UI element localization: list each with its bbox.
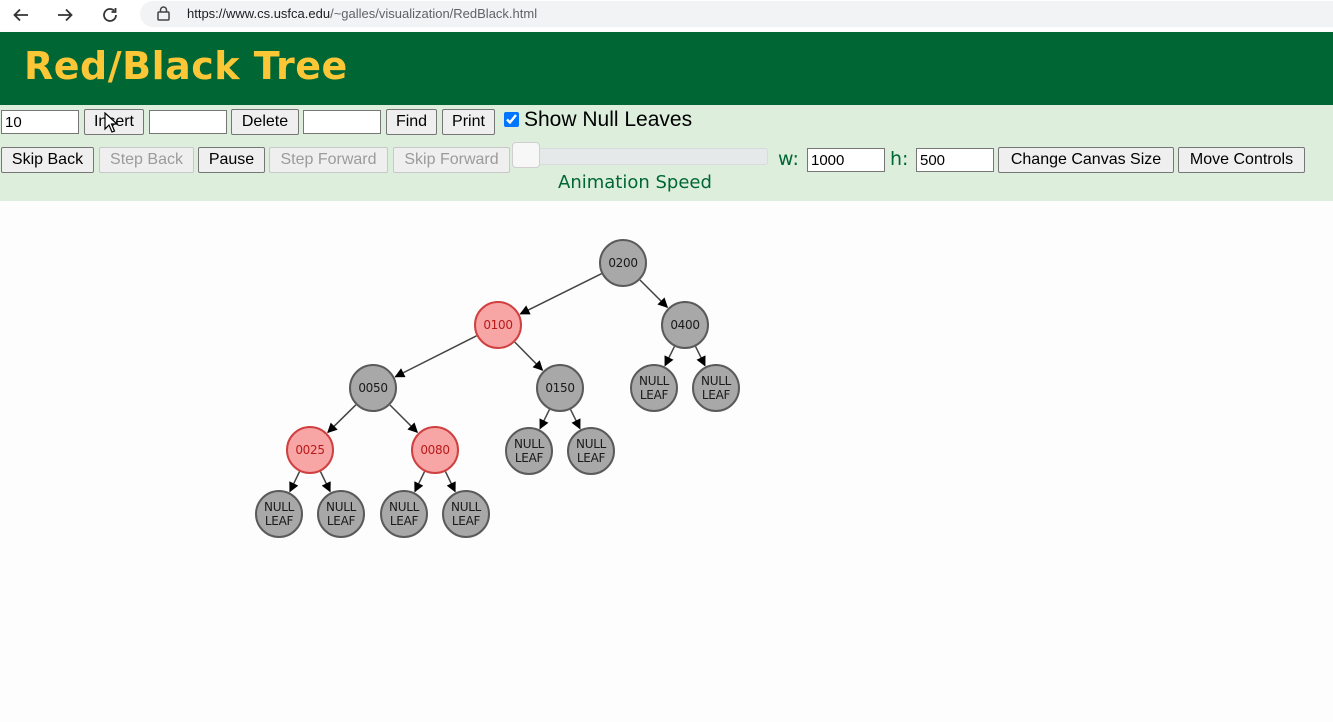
tree-edge — [539, 409, 551, 430]
print-button[interactable]: Print — [442, 109, 495, 135]
tree-edge — [514, 341, 544, 371]
height-label: h: — [890, 148, 909, 170]
browser-toolbar: https://www.cs.usfca.edu/~galles/visuali… — [0, 0, 1333, 30]
app-header: Red/Black Tree — [0, 32, 1333, 105]
null-leaf-node: NULL LEAF — [630, 364, 678, 412]
reload-icon[interactable] — [97, 2, 123, 28]
tree-edges — [289, 272, 706, 493]
animation-speed-slider[interactable] — [514, 148, 768, 165]
skip-back-button[interactable]: Skip Back — [1, 147, 94, 173]
tree-node-0200: 0200 — [599, 239, 647, 287]
canvas-width-input[interactable] — [807, 148, 885, 172]
delete-button[interactable]: Delete — [231, 109, 299, 135]
null-leaf-node: NULL LEAF — [255, 490, 303, 538]
tree-edge — [694, 346, 706, 367]
tree-node-0100: 0100 — [474, 301, 522, 349]
tree-edge — [664, 346, 676, 367]
tree-edge — [389, 404, 419, 434]
null-leaf-label: NULL LEAF — [639, 374, 669, 402]
tree-node-0050: 0050 — [349, 364, 397, 412]
tree-edge — [394, 335, 477, 378]
step-back-button[interactable]: Step Back — [99, 147, 194, 173]
tree-edge — [519, 272, 602, 315]
change-canvas-size-button[interactable]: Change Canvas Size — [998, 147, 1174, 173]
show-null-leaves-label[interactable]: Show Null Leaves — [524, 108, 692, 132]
page-title: Red/Black Tree — [24, 44, 348, 88]
null-leaf-node: NULL LEAF — [505, 427, 553, 475]
move-controls-button[interactable]: Move Controls — [1178, 147, 1305, 173]
tree-node-0150: 0150 — [536, 364, 584, 412]
delete-input[interactable] — [149, 110, 227, 134]
null-leaf-node: NULL LEAF — [442, 490, 490, 538]
forward-arrow-icon[interactable] — [52, 2, 78, 28]
tree-edge — [319, 471, 331, 493]
visualization-canvas[interactable]: 0200 0100 0400 0050 0150 0025 0080 NULL LEAF NULL… — [0, 201, 1333, 722]
tree-edge — [414, 471, 426, 493]
width-label: w: — [778, 148, 799, 170]
mouse-cursor-icon — [104, 111, 119, 138]
null-leaf-label: NULL LEAF — [326, 500, 356, 528]
back-arrow-icon[interactable] — [8, 2, 34, 28]
null-leaf-node: NULL LEAF — [567, 427, 615, 475]
null-leaf-node: NULL LEAF — [380, 490, 428, 538]
null-leaf-label: NULL LEAF — [389, 500, 419, 528]
null-leaf-label: NULL LEAF — [514, 437, 544, 465]
controls-panel: Insert Delete Find Print Show Null Leave… — [0, 105, 1333, 201]
tree-edge — [289, 471, 301, 493]
null-leaf-label: NULL LEAF — [576, 437, 606, 465]
null-leaf-node: NULL LEAF — [317, 490, 365, 538]
null-leaf-node: NULL LEAF — [692, 364, 740, 412]
insert-input[interactable] — [1, 110, 79, 134]
step-forward-button[interactable]: Step Forward — [269, 147, 388, 173]
show-null-leaves-checkbox[interactable] — [504, 112, 519, 127]
animation-speed-label: Animation Speed — [558, 172, 712, 193]
skip-forward-button[interactable]: Skip Forward — [393, 147, 510, 173]
find-button[interactable]: Find — [386, 109, 437, 135]
address-bar[interactable]: https://www.cs.usfca.edu/~galles/visuali… — [140, 1, 1333, 27]
tree-node-0080: 0080 — [411, 426, 459, 474]
null-leaf-label: NULL LEAF — [701, 374, 731, 402]
url-path: /~galles/visualization/RedBlack.html — [330, 6, 538, 21]
tree-edge — [444, 471, 456, 493]
lock-icon[interactable] — [157, 6, 170, 25]
animation-speed-slider-thumb[interactable] — [512, 142, 540, 168]
null-leaf-label: NULL LEAF — [264, 500, 294, 528]
null-leaf-label: NULL LEAF — [451, 500, 481, 528]
url-host: https://www.cs.usfca.edu — [187, 6, 331, 21]
tree-edge — [639, 279, 669, 309]
url-text: https://www.cs.usfca.edu/~galles/visuali… — [187, 6, 537, 21]
pause-button[interactable]: Pause — [198, 147, 265, 173]
tree-node-0025: 0025 — [286, 426, 334, 474]
tree-edge — [569, 409, 581, 430]
find-input[interactable] — [303, 110, 381, 134]
canvas-height-input[interactable] — [916, 148, 994, 172]
tree-edge — [327, 404, 357, 434]
tree-node-0400: 0400 — [661, 301, 709, 349]
